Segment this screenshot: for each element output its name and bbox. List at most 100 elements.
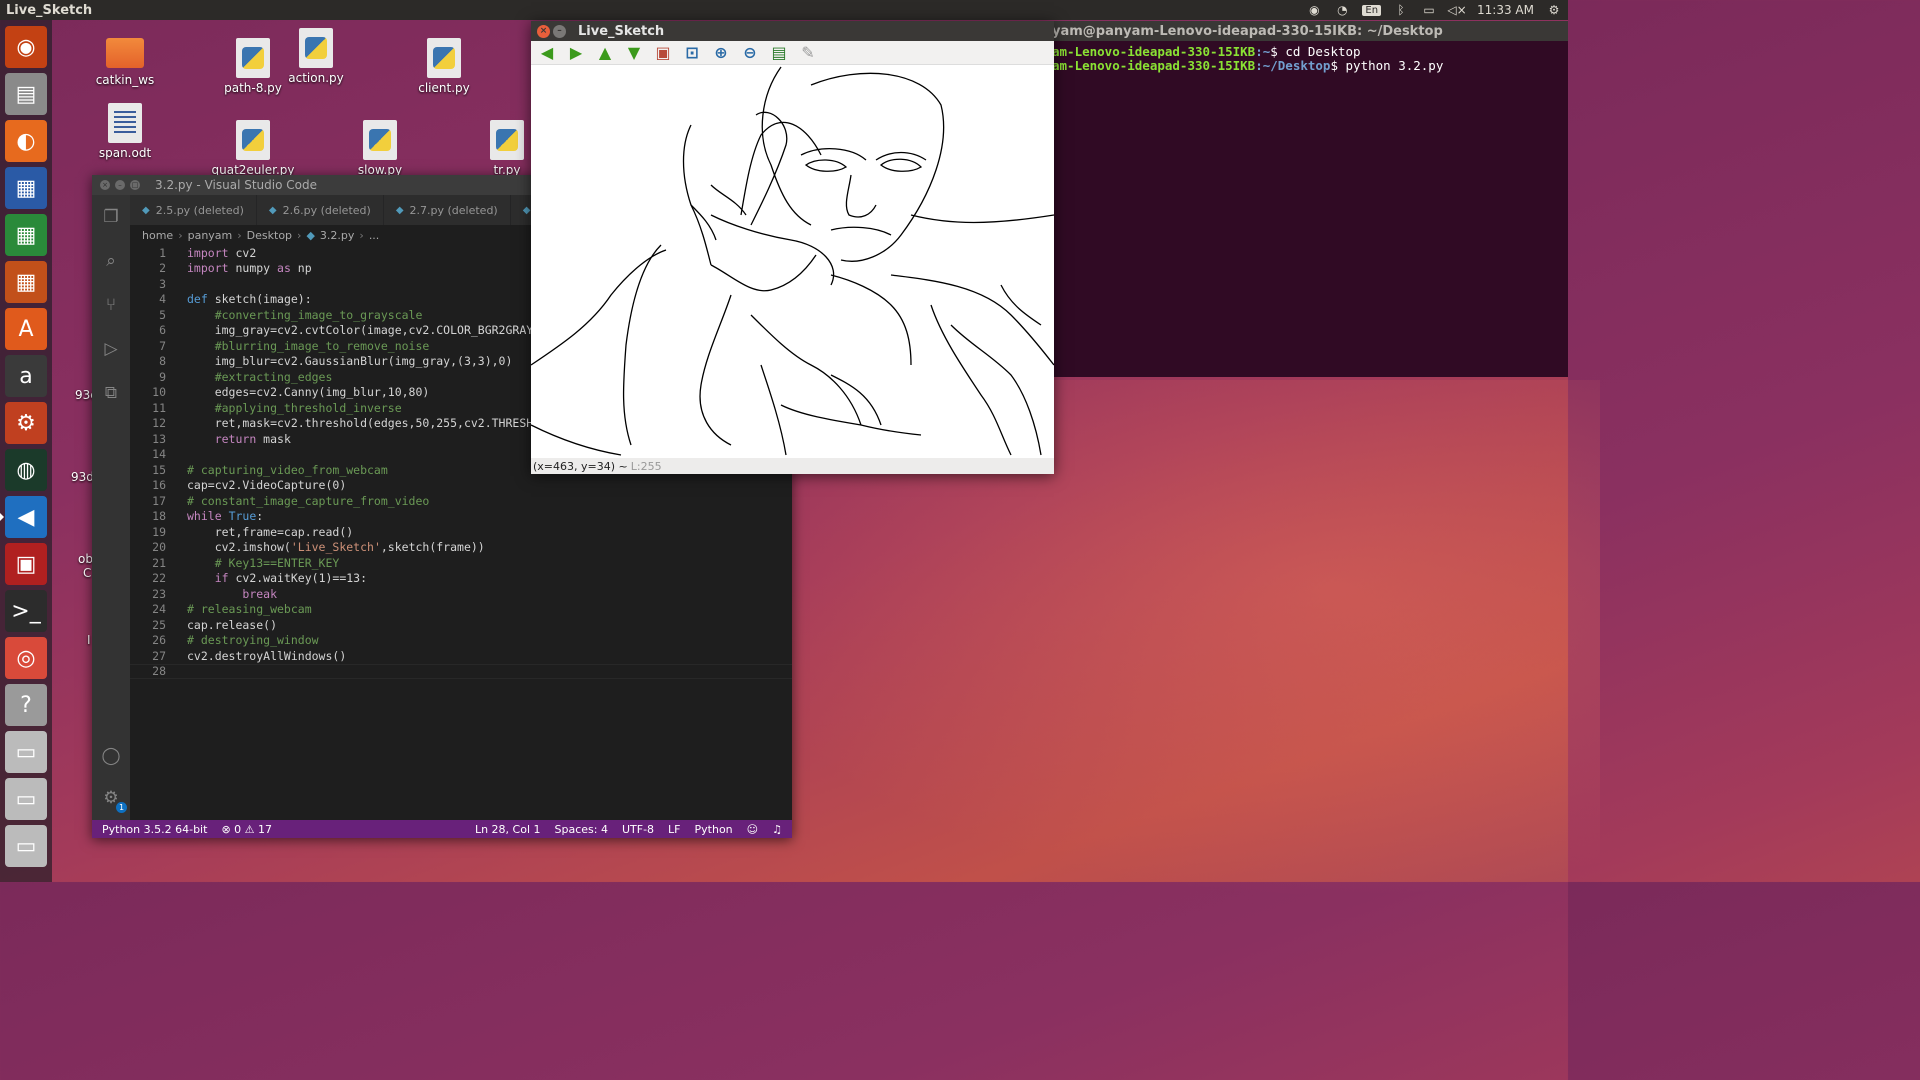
zoom-fit-icon[interactable]: ⊡ [682,43,702,62]
code-line[interactable]: 27 cv2.destroyAllWindows() [130,648,792,664]
launcher-amazon-icon[interactable]: a [5,355,47,397]
minimize-icon[interactable]: – [115,180,125,190]
arrow-up-icon[interactable]: ▲ [595,43,615,62]
updates-icon[interactable]: ◉ [1306,3,1322,17]
source-control-icon[interactable]: ⑂ [99,293,123,317]
launcher-calc-icon[interactable]: ▦ [5,214,47,256]
launcher-drive-1-icon[interactable]: ▭ [5,731,47,773]
properties-brush-icon[interactable]: ✎ [798,43,818,62]
power-gear-icon[interactable]: ⚙ [1546,3,1562,17]
breadcrumb-desktop[interactable]: Desktop [247,229,292,242]
keyboard-layout-indicator[interactable]: En [1362,4,1382,16]
code-line[interactable]: 25 cap.release() [130,617,792,633]
python-interpreter[interactable]: Python 3.5.2 64-bit [102,823,207,836]
wifi-icon[interactable]: ◔ [1334,3,1350,17]
problems-indicator[interactable]: ⊗ 0 ⚠ 17 [221,823,272,836]
chevron-right-icon: › [359,228,364,242]
desktop-icon-client[interactable]: client.py [404,38,484,95]
launcher-pdf-viewer-icon[interactable]: ◎ [5,637,47,679]
maximize-icon[interactable]: □ [130,180,140,190]
launcher-system-settings-icon[interactable]: ⚙ [5,402,47,444]
launcher-trash-icon[interactable]: ▭ [5,825,47,867]
launcher-vscode-icon[interactable]: ◀ [0,496,47,538]
image-icon[interactable]: ▣ [653,43,673,62]
bluetooth-icon[interactable]: ᛒ [1393,3,1409,17]
tab-2-7-py[interactable]: ◆ 2.7.py (deleted) [383,195,511,225]
launcher-files-icon[interactable]: ▤ [5,73,47,115]
terminal-title: yam@panyam-Lenovo-ideapad-330-15IKB: ~/D… [1052,23,1443,39]
indentation[interactable]: Spaces: 4 [555,823,608,836]
battery-icon[interactable]: ▭ [1421,3,1437,17]
code-line[interactable]: 24 # releasing_webcam [130,602,792,618]
arrow-left-icon[interactable]: ◀ [537,43,557,62]
zoom-in-icon[interactable]: ⊕ [711,43,731,62]
code-line[interactable]: 22 if cv2.waitKey(1)==13: [130,571,792,587]
error-count: 0 [234,822,242,836]
tab-2-6-py[interactable]: ◆ 2.6.py (deleted) [256,195,384,225]
extensions-icon[interactable]: ⧉ [99,381,123,405]
code-text: cv2.destroyAllWindows() [187,648,347,663]
search-icon[interactable]: ⌕ [99,249,123,273]
launcher-help-icon[interactable]: ? [5,684,47,726]
code-line[interactable]: 23 break [130,586,792,602]
top-panel: Live_Sketch ◉ ◔ En ᛒ ▭ ◁× 11:33 AM ⚙ [0,0,1568,20]
terminal-window[interactable]: yam@panyam-Lenovo-ideapad-330-15IKB: ~/D… [1052,21,1568,377]
zoom-out-icon[interactable]: ⊖ [740,43,760,62]
launcher-impress-icon[interactable]: ▦ [5,261,47,303]
encoding[interactable]: UTF-8 [622,823,654,836]
line-ending[interactable]: LF [668,823,680,836]
launcher-terminal-icon[interactable]: >_ [5,590,47,632]
notifications-bell-icon[interactable]: ♫ [772,823,782,836]
close-icon[interactable]: × [100,180,110,190]
save-icon[interactable]: ▤ [769,43,789,62]
launcher-ubuntu-dash-icon[interactable]: ◉ [5,26,47,68]
breadcrumb-home[interactable]: home [142,229,173,242]
code-line[interactable]: 16 cap=cv2.VideoCapture(0) [130,478,792,494]
launcher-software-center-icon[interactable]: A [5,308,47,350]
launcher-writer-icon[interactable]: ▦ [5,167,47,209]
terminal-output[interactable]: am-Lenovo-ideapad-330-15IKB:~$ cd Deskto… [1052,41,1568,73]
line-number: 5 [159,307,166,322]
breadcrumb-file[interactable]: 3.2.py [320,229,354,242]
code-line[interactable]: 19 ret,frame=cap.read() [130,524,792,540]
arrow-down-icon[interactable]: ▼ [624,43,644,62]
settings-gear-icon[interactable]: ⚙ 1 [99,786,127,813]
launcher-red-app-icon[interactable]: ▣ [5,543,47,585]
code-text: edges=cv2.Canny(img_blur,10,80) [187,385,430,400]
minimize-icon[interactable]: – [553,24,566,38]
close-icon[interactable]: × [537,24,550,38]
tab-2-5-py[interactable]: ◆ 2.5.py (deleted) [130,195,257,225]
language-mode[interactable]: Python [695,823,733,836]
arrow-right-icon[interactable]: ▶ [566,43,586,62]
code-line[interactable]: 21 # Key13==ENTER_KEY [130,555,792,571]
desktop-icon-slow[interactable]: slow.py [340,120,420,177]
launcher-firefox-icon[interactable]: ◐ [5,120,47,162]
live-sketch-window[interactable]: × – Live_Sketch ◀ ▶ ▲ ▼ ▣ ⊡ ⊕ ⊖ ▤ ✎ (x=4… [531,21,1054,474]
account-icon[interactable]: ◯ [99,744,123,768]
live-sketch-titlebar[interactable]: × – Live_Sketch [531,21,1054,41]
breadcrumb-symbol[interactable]: ... [369,229,380,242]
code-line[interactable]: 17 # constant_image_capture_from_video [130,493,792,509]
clock[interactable]: 11:33 AM [1477,3,1534,17]
cursor-position[interactable]: Ln 28, Col 1 [475,823,541,836]
launcher-globe-app-icon[interactable]: ◍ [5,449,47,491]
code-line[interactable]: 20 cv2.imshow('Live_Sketch',sketch(frame… [130,540,792,556]
desktop-icon-span-odt[interactable]: span.odt [85,103,165,160]
volume-muted-icon[interactable]: ◁× [1447,3,1466,17]
run-debug-icon[interactable]: ▷ [99,337,123,361]
explorer-icon[interactable]: ❐ [99,205,123,229]
sketch-image[interactable] [531,65,1054,458]
terminal-titlebar[interactable]: yam@panyam-Lenovo-ideapad-330-15IKB: ~/D… [1052,21,1568,41]
feedback-icon[interactable]: ☺ [747,823,758,836]
launcher-drive-2-icon[interactable]: ▭ [5,778,47,820]
desktop-icon-quat2euler[interactable]: quat2euler.py [212,120,295,177]
desktop-icon-catkin-ws[interactable]: catkin_ws [85,32,165,87]
code-line[interactable]: 26 # destroying_window [130,633,792,649]
desktop-icon-action[interactable]: action.py [276,28,356,85]
code-line[interactable]: 18 while True: [130,509,792,525]
code-line[interactable]: 28 [130,663,792,679]
terminal-line: am-Lenovo-ideapad-330-15IKB:~$ cd Deskto… [1052,44,1361,59]
code-text: ret,mask=cv2.threshold(edges,50,255,cv2.… [187,416,534,431]
folder-icon [106,38,144,68]
breadcrumb-panyam[interactable]: panyam [188,229,233,242]
